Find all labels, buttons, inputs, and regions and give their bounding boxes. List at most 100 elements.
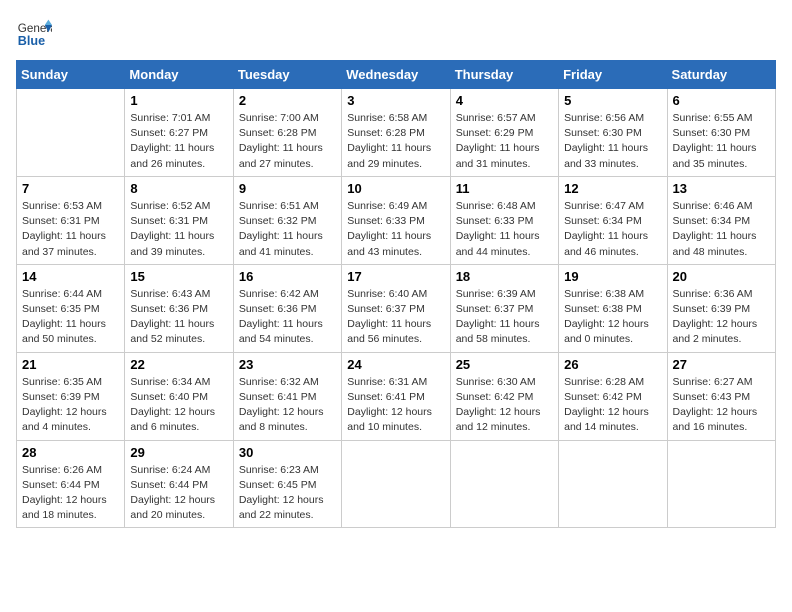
calendar-cell: 7 Sunrise: 6:53 AMSunset: 6:31 PMDaylight… xyxy=(17,176,125,264)
calendar-cell: 5 Sunrise: 6:56 AMSunset: 6:30 PMDaylight… xyxy=(559,89,667,177)
cell-info: Sunrise: 6:38 AMSunset: 6:38 PMDaylight:… xyxy=(564,287,661,348)
calendar-cell: 12 Sunrise: 6:47 AMSunset: 6:34 PMDayligh… xyxy=(559,176,667,264)
calendar-cell: 25 Sunrise: 6:30 AMSunset: 6:42 PMDayligh… xyxy=(450,352,558,440)
calendar-cell: 19 Sunrise: 6:38 AMSunset: 6:38 PMDayligh… xyxy=(559,264,667,352)
page-header: General Blue xyxy=(16,16,776,52)
day-number: 6 xyxy=(673,93,770,108)
cell-info: Sunrise: 6:55 AMSunset: 6:30 PMDaylight:… xyxy=(673,111,770,172)
day-number: 22 xyxy=(130,357,227,372)
day-number: 5 xyxy=(564,93,661,108)
calendar-cell: 4 Sunrise: 6:57 AMSunset: 6:29 PMDaylight… xyxy=(450,89,558,177)
cell-info: Sunrise: 6:47 AMSunset: 6:34 PMDaylight:… xyxy=(564,199,661,260)
day-number: 26 xyxy=(564,357,661,372)
cell-info: Sunrise: 6:30 AMSunset: 6:42 PMDaylight:… xyxy=(456,375,553,436)
day-number: 4 xyxy=(456,93,553,108)
calendar-cell: 24 Sunrise: 6:31 AMSunset: 6:41 PMDayligh… xyxy=(342,352,450,440)
cell-info: Sunrise: 7:00 AMSunset: 6:28 PMDaylight:… xyxy=(239,111,336,172)
cell-info: Sunrise: 6:35 AMSunset: 6:39 PMDaylight:… xyxy=(22,375,119,436)
day-number: 20 xyxy=(673,269,770,284)
calendar-cell: 15 Sunrise: 6:43 AMSunset: 6:36 PMDayligh… xyxy=(125,264,233,352)
cell-info: Sunrise: 6:46 AMSunset: 6:34 PMDaylight:… xyxy=(673,199,770,260)
day-number: 7 xyxy=(22,181,119,196)
calendar-cell: 3 Sunrise: 6:58 AMSunset: 6:28 PMDaylight… xyxy=(342,89,450,177)
day-number: 11 xyxy=(456,181,553,196)
day-number: 27 xyxy=(673,357,770,372)
cell-info: Sunrise: 6:52 AMSunset: 6:31 PMDaylight:… xyxy=(130,199,227,260)
day-number: 9 xyxy=(239,181,336,196)
cell-info: Sunrise: 6:32 AMSunset: 6:41 PMDaylight:… xyxy=(239,375,336,436)
cell-info: Sunrise: 6:53 AMSunset: 6:31 PMDaylight:… xyxy=(22,199,119,260)
cell-info: Sunrise: 6:23 AMSunset: 6:45 PMDaylight:… xyxy=(239,463,336,524)
calendar-cell xyxy=(450,440,558,528)
calendar-cell: 6 Sunrise: 6:55 AMSunset: 6:30 PMDaylight… xyxy=(667,89,775,177)
day-header-saturday: Saturday xyxy=(667,61,775,89)
cell-info: Sunrise: 6:43 AMSunset: 6:36 PMDaylight:… xyxy=(130,287,227,348)
day-number: 12 xyxy=(564,181,661,196)
calendar-cell: 8 Sunrise: 6:52 AMSunset: 6:31 PMDaylight… xyxy=(125,176,233,264)
calendar-cell: 13 Sunrise: 6:46 AMSunset: 6:34 PMDayligh… xyxy=(667,176,775,264)
week-row-5: 28Sunrise: 6:26 AMSunset: 6:44 PMDayligh… xyxy=(17,440,776,528)
week-row-3: 14 Sunrise: 6:44 AMSunset: 6:35 PMDayligh… xyxy=(17,264,776,352)
cell-info: Sunrise: 6:51 AMSunset: 6:32 PMDaylight:… xyxy=(239,199,336,260)
day-number: 21 xyxy=(22,357,119,372)
day-number: 24 xyxy=(347,357,444,372)
cell-info: Sunrise: 6:49 AMSunset: 6:33 PMDaylight:… xyxy=(347,199,444,260)
day-number: 8 xyxy=(130,181,227,196)
day-number: 30 xyxy=(239,445,336,460)
cell-info: Sunrise: 6:39 AMSunset: 6:37 PMDaylight:… xyxy=(456,287,553,348)
cell-info: Sunrise: 6:44 AMSunset: 6:35 PMDaylight:… xyxy=(22,287,119,348)
day-number: 14 xyxy=(22,269,119,284)
day-number: 3 xyxy=(347,93,444,108)
cell-info: Sunrise: 7:01 AMSunset: 6:27 PMDaylight:… xyxy=(130,111,227,172)
day-number: 13 xyxy=(673,181,770,196)
cell-info: Sunrise: 6:57 AMSunset: 6:29 PMDaylight:… xyxy=(456,111,553,172)
day-header-friday: Friday xyxy=(559,61,667,89)
cell-info: Sunrise: 6:48 AMSunset: 6:33 PMDaylight:… xyxy=(456,199,553,260)
day-number: 19 xyxy=(564,269,661,284)
week-row-1: 1 Sunrise: 7:01 AMSunset: 6:27 PMDaylight… xyxy=(17,89,776,177)
day-number: 28 xyxy=(22,445,119,460)
day-number: 2 xyxy=(239,93,336,108)
day-header-sunday: Sunday xyxy=(17,61,125,89)
calendar-cell xyxy=(559,440,667,528)
calendar-cell: 27 Sunrise: 6:27 AMSunset: 6:43 PMDayligh… xyxy=(667,352,775,440)
cell-info: Sunrise: 6:36 AMSunset: 6:39 PMDaylight:… xyxy=(673,287,770,348)
calendar-cell: 18 Sunrise: 6:39 AMSunset: 6:37 PMDayligh… xyxy=(450,264,558,352)
svg-text:Blue: Blue xyxy=(18,34,45,48)
calendar-cell xyxy=(667,440,775,528)
day-header-monday: Monday xyxy=(125,61,233,89)
day-header-wednesday: Wednesday xyxy=(342,61,450,89)
day-number: 1 xyxy=(130,93,227,108)
cell-info: Sunrise: 6:31 AMSunset: 6:41 PMDaylight:… xyxy=(347,375,444,436)
calendar-cell: 11 Sunrise: 6:48 AMSunset: 6:33 PMDayligh… xyxy=(450,176,558,264)
cell-info: Sunrise: 6:28 AMSunset: 6:42 PMDaylight:… xyxy=(564,375,661,436)
calendar-cell: 26 Sunrise: 6:28 AMSunset: 6:42 PMDayligh… xyxy=(559,352,667,440)
calendar-cell: 29Sunrise: 6:24 AMSunset: 6:44 PMDayligh… xyxy=(125,440,233,528)
day-number: 16 xyxy=(239,269,336,284)
calendar-table: SundayMondayTuesdayWednesdayThursdayFrid… xyxy=(16,60,776,528)
calendar-cell: 9 Sunrise: 6:51 AMSunset: 6:32 PMDaylight… xyxy=(233,176,341,264)
calendar-cell xyxy=(342,440,450,528)
day-number: 17 xyxy=(347,269,444,284)
cell-info: Sunrise: 6:34 AMSunset: 6:40 PMDaylight:… xyxy=(130,375,227,436)
cell-info: Sunrise: 6:58 AMSunset: 6:28 PMDaylight:… xyxy=(347,111,444,172)
day-number: 10 xyxy=(347,181,444,196)
calendar-cell: 10 Sunrise: 6:49 AMSunset: 6:33 PMDayligh… xyxy=(342,176,450,264)
calendar-cell: 23Sunrise: 6:32 AMSunset: 6:41 PMDayligh… xyxy=(233,352,341,440)
day-number: 18 xyxy=(456,269,553,284)
week-row-2: 7 Sunrise: 6:53 AMSunset: 6:31 PMDaylight… xyxy=(17,176,776,264)
cell-info: Sunrise: 6:40 AMSunset: 6:37 PMDaylight:… xyxy=(347,287,444,348)
cell-info: Sunrise: 6:56 AMSunset: 6:30 PMDaylight:… xyxy=(564,111,661,172)
calendar-cell: 20 Sunrise: 6:36 AMSunset: 6:39 PMDayligh… xyxy=(667,264,775,352)
calendar-cell: 2 Sunrise: 7:00 AMSunset: 6:28 PMDaylight… xyxy=(233,89,341,177)
calendar-cell xyxy=(17,89,125,177)
day-number: 15 xyxy=(130,269,227,284)
calendar-cell: 30 Sunrise: 6:23 AMSunset: 6:45 PMDayligh… xyxy=(233,440,341,528)
calendar-cell: 21 Sunrise: 6:35 AMSunset: 6:39 PMDayligh… xyxy=(17,352,125,440)
day-header-thursday: Thursday xyxy=(450,61,558,89)
day-number: 25 xyxy=(456,357,553,372)
cell-info: Sunrise: 6:27 AMSunset: 6:43 PMDaylight:… xyxy=(673,375,770,436)
day-number: 29 xyxy=(130,445,227,460)
week-row-4: 21 Sunrise: 6:35 AMSunset: 6:39 PMDayligh… xyxy=(17,352,776,440)
day-header-tuesday: Tuesday xyxy=(233,61,341,89)
